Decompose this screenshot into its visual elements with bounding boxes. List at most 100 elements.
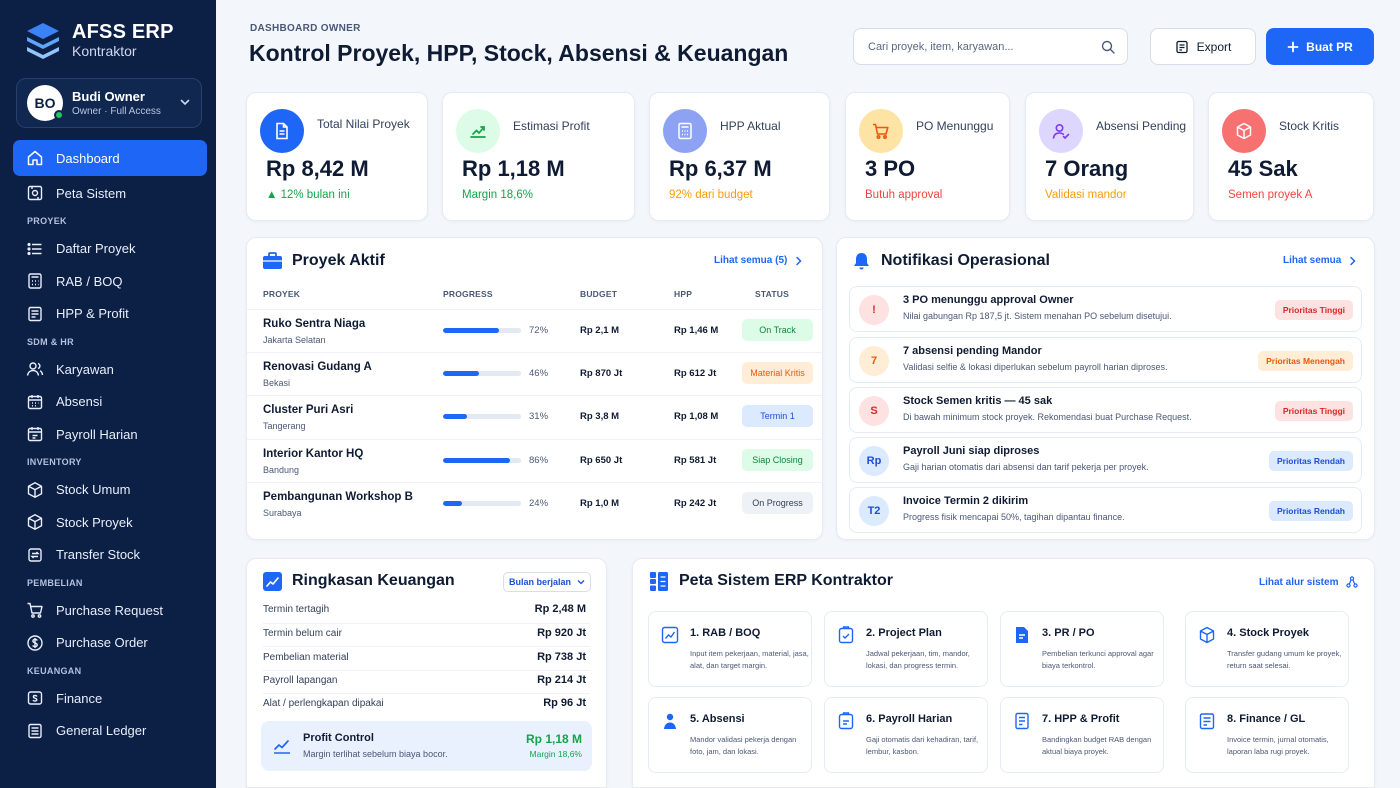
- table-row[interactable]: Cluster Puri Asri Tangerang 31% Rp 3,8 M…: [247, 395, 822, 438]
- brand-title: AFSS ERP: [72, 21, 174, 43]
- receipt-icon: [28, 306, 42, 321]
- export-icon: [1176, 40, 1188, 53]
- kpi-card-absensi-pending[interactable]: Absensi Pending 7 Orang Validasi mandor: [1025, 92, 1194, 221]
- kpi-card-hpp-aktual[interactable]: HPP Aktual Rp 6,37 M 92% dari budget: [649, 92, 830, 221]
- notification-item[interactable]: S Stock Semen kritis — 45 sak Di bawah m…: [849, 387, 1362, 433]
- alert-icon: !: [859, 295, 889, 325]
- module-card-pr-po[interactable]: 3. PR / PO Pembelian terkunci approval a…: [1000, 611, 1164, 687]
- kpi-label: PO Menunggu: [916, 119, 994, 133]
- sidebar-item-purchase-request[interactable]: Purchase Request: [13, 594, 207, 627]
- sidebar-item-finance[interactable]: Finance: [13, 682, 207, 715]
- table-row[interactable]: Renovasi Gudang A Bekasi 46% Rp 870 Jt R…: [247, 352, 822, 395]
- lihat-semua-proyek-link[interactable]: Lihat semua (5): [714, 255, 803, 266]
- project-budget: Rp 3,8 M: [580, 411, 620, 422]
- module-desc: Bandingkan budget RAB dengan aktual biay…: [1042, 735, 1152, 756]
- kpi-label: Absensi Pending: [1096, 119, 1187, 133]
- notification-item[interactable]: 7 7 absensi pending Mandor Validasi self…: [849, 337, 1362, 383]
- chevron-down-icon[interactable]: [179, 96, 191, 111]
- table-row[interactable]: Pembangunan Workshop B Surabaya 24% Rp 1…: [247, 482, 822, 525]
- notification-item[interactable]: ! 3 PO menunggu approval Owner Nilai gab…: [849, 286, 1362, 332]
- status-badge: Material Kritis: [742, 362, 813, 384]
- progress-bar: [443, 371, 521, 376]
- wallet-icon: [27, 691, 43, 705]
- buat-pr-button[interactable]: Buat PR: [1266, 28, 1374, 65]
- panel-title: Ringkasan Keuangan: [292, 572, 455, 589]
- notification-title: 7 absensi pending Mandor: [903, 345, 1042, 357]
- kpi-value: 7 Orang: [1045, 156, 1129, 181]
- module-desc: Invoice termin, jurnal otomatis, laporan…: [1227, 735, 1329, 756]
- sidebar-item-absensi[interactable]: Absensi: [13, 386, 207, 419]
- sidebar-item-label: Stock Umum: [56, 482, 131, 498]
- sidebar-item-label: Purchase Order: [56, 635, 148, 651]
- module-card-absensi[interactable]: 5. Absensi Mandor validasi pekerja denga…: [648, 697, 812, 773]
- ledger-icon: [28, 723, 42, 738]
- lihat-semua-notifikasi-link[interactable]: Lihat semua: [1283, 255, 1357, 266]
- kpi-card-estimasi-profit[interactable]: Estimasi Profit Rp 1,18 M Margin 18,6%: [442, 92, 635, 221]
- link-label: Lihat semua (5): [714, 255, 788, 266]
- progress-fill: [443, 371, 479, 376]
- box-icon: [1199, 626, 1215, 644]
- users-icon: [26, 362, 44, 376]
- chevron-down-icon: [577, 580, 585, 585]
- sidebar-item-payroll-harian[interactable]: Payroll Harian: [13, 418, 207, 451]
- progress-percent: 46%: [529, 368, 549, 379]
- notification-item[interactable]: T2 Invoice Termin 2 dikirim Progress fis…: [849, 487, 1362, 533]
- notification-item[interactable]: Rp Payroll Juni siap diproses Gaji haria…: [849, 437, 1362, 483]
- finance-value: Rp 920 Jt: [537, 627, 586, 639]
- module-card-stock-proyek[interactable]: 4. Stock Proyek Transfer gudang umum ke …: [1185, 611, 1349, 687]
- progress-bar: [443, 458, 521, 463]
- project-location: Tangerang: [263, 421, 306, 431]
- table-row[interactable]: Ruko Sentra Niaga Jakarta Selatan 72% Rp…: [247, 309, 822, 352]
- finance-row: Termin tertagih Rp 2,48 M: [247, 599, 605, 623]
- sidebar-item-peta-sistem[interactable]: Peta Sistem: [13, 177, 207, 210]
- payroll-icon: Rp: [859, 446, 889, 476]
- finance-value: Rp 738 Jt: [537, 651, 586, 663]
- table-row[interactable]: Interior Kantor HQ Bandung 86% Rp 650 Jt…: [247, 439, 822, 482]
- status-badge: Termin 1: [742, 405, 813, 427]
- page-eyebrow: DASHBOARD OWNER: [250, 23, 361, 34]
- sidebar-item-karyawan[interactable]: Karyawan: [13, 353, 207, 386]
- sidebar-item-rab-boq[interactable]: RAB / BOQ: [13, 265, 207, 298]
- project-location: Bandung: [263, 465, 300, 475]
- sidebar-item-dashboard[interactable]: Dashboard: [13, 140, 207, 176]
- kpi-card-po-menunggu[interactable]: PO Menunggu 3 PO Butuh approval: [845, 92, 1010, 221]
- kpi-value: Rp 8,42 M: [266, 156, 369, 181]
- sidebar-item-stock-umum[interactable]: Stock Umum: [13, 474, 207, 507]
- nav-section-pembelian: PEMBELIAN: [27, 577, 83, 588]
- dollar-circle-icon: [27, 635, 43, 651]
- kpi-label: Total Nilai Proyek: [317, 117, 410, 131]
- sidebar-item-transfer-stock[interactable]: Transfer Stock: [13, 539, 207, 572]
- project-location: Bekasi: [263, 378, 291, 388]
- search-input[interactable]: [868, 40, 1101, 53]
- brand[interactable]: AFSS ERP Kontraktor: [24, 20, 174, 60]
- search-box[interactable]: [853, 28, 1128, 65]
- purchase-doc-icon: [1016, 627, 1028, 643]
- sidebar-item-general-ledger[interactable]: General Ledger: [13, 715, 207, 748]
- export-button[interactable]: Export: [1150, 28, 1256, 65]
- module-card-payroll-harian[interactable]: 6. Payroll Harian Gaji otomatis dari keh…: [824, 697, 988, 773]
- kpi-value: Rp 6,37 M: [669, 156, 772, 181]
- module-card-project-plan[interactable]: 2. Project Plan Jadwal pekerjaan, tim, m…: [824, 611, 988, 687]
- project-hpp: Rp 581 Jt: [674, 455, 717, 466]
- sidebar-item-purchase-order[interactable]: Purchase Order: [13, 627, 207, 660]
- column-header: HPP: [674, 289, 693, 299]
- finance-chart-icon: [263, 572, 282, 591]
- module-card-rab-boq[interactable]: 1. RAB / BOQ Input item pekerjaan, mater…: [648, 611, 812, 687]
- sidebar-item-daftar-proyek[interactable]: Daftar Proyek: [13, 233, 207, 266]
- profit-control-desc: Margin terlihat sebelum biaya bocor.: [303, 749, 448, 759]
- module-card-hpp-profit[interactable]: 7. HPP & Profit Bandingkan budget RAB de…: [1000, 697, 1164, 773]
- module-card-finance-gl[interactable]: 8. Finance / GL Invoice termin, jurnal o…: [1185, 697, 1349, 773]
- kpi-card-total-nilai-proyek[interactable]: Total Nilai Proyek Rp 8,42 M ▲ 12% bulan…: [246, 92, 428, 221]
- progress-percent: 72%: [529, 325, 549, 336]
- module-desc: Jadwal pekerjaan, tim, mandor, lokasi, d…: [866, 649, 970, 670]
- sidebar-item-label: Dashboard: [56, 150, 120, 166]
- sidebar-item-hpp-profit[interactable]: HPP & Profit: [13, 298, 207, 331]
- lihat-alur-sistem-link[interactable]: Lihat alur sistem: [1259, 576, 1359, 588]
- user-card[interactable]: BO Budi Owner Owner · Full Access: [16, 78, 202, 128]
- period-select[interactable]: Bulan berjalan: [503, 572, 591, 592]
- kpi-card-stock-kritis[interactable]: Stock Kritis 45 Sak Semen proyek A: [1208, 92, 1374, 221]
- user-check-icon: [1039, 109, 1083, 153]
- kpi-sub: ▲ 12% bulan ini: [266, 189, 350, 201]
- profit-control-card[interactable]: Profit Control Margin terlihat sebelum b…: [261, 721, 592, 771]
- sidebar-item-stock-proyek[interactable]: Stock Proyek: [13, 506, 207, 539]
